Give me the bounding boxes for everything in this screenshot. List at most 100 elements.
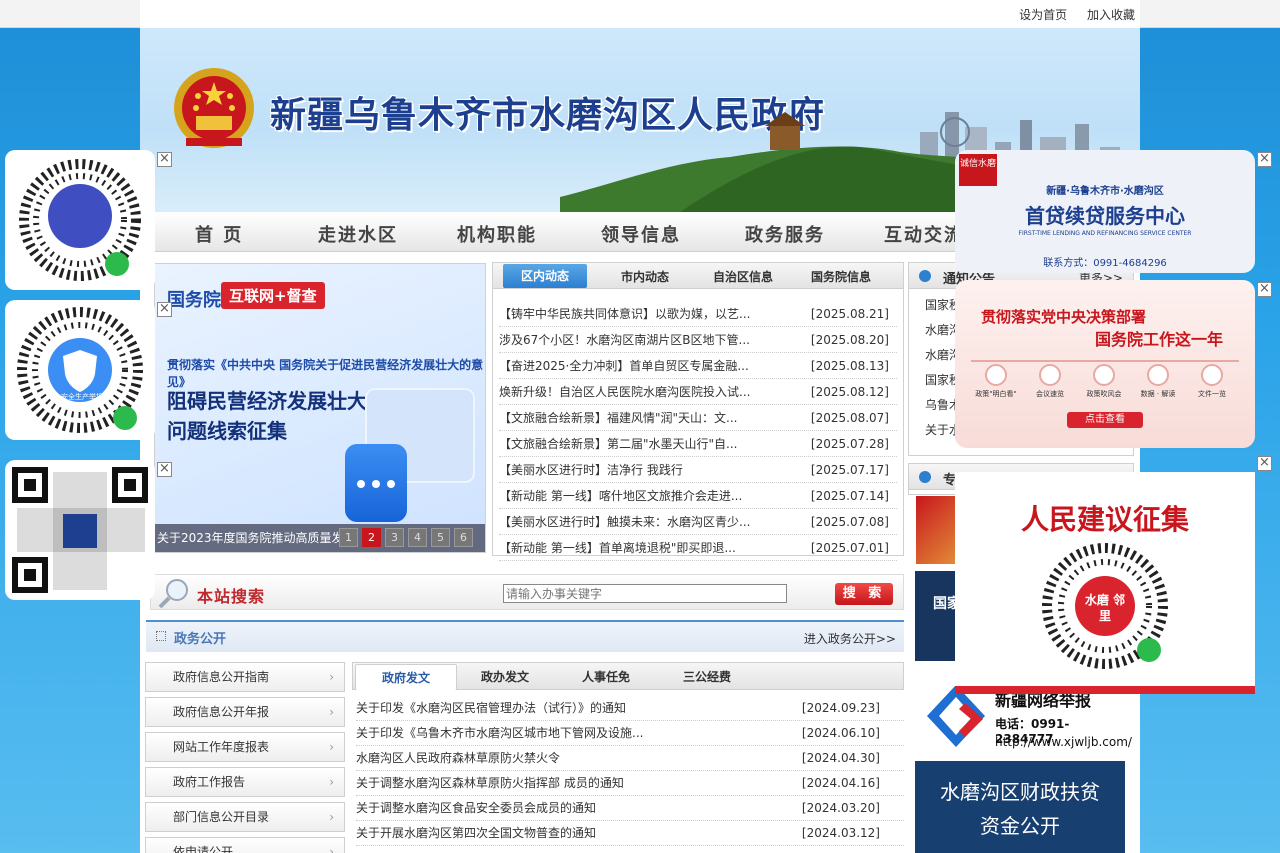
slider-page-4[interactable]: 4 (408, 528, 427, 547)
loan-ad-phone: 联系方式：0991-4684296 (1043, 258, 1167, 269)
news-item[interactable]: 【文旅融合绘新景】福建风情"润"天山：文... [2025.08.07] (499, 405, 897, 431)
tab-three-public-funds[interactable]: 三公经费 (683, 668, 731, 685)
search-input[interactable] (503, 584, 787, 603)
doc-item-title[interactable]: 关于调整水磨沟区食品安全委员会成员的通知 (356, 801, 596, 815)
news-item-title[interactable]: 涉及67个小区！水磨沟区南湖片区B区地下管... (499, 333, 750, 347)
qr-code-1[interactable] (5, 150, 155, 290)
doc-item-title[interactable]: 关于开展水磨沟区第四次全国文物普查的通知 (356, 826, 596, 840)
slider-page-2[interactable]: 2 (362, 528, 381, 547)
news-item-title[interactable]: 【新动能 第一线】首单离境退税"即买即退... (499, 541, 736, 555)
news-item-title[interactable]: 【铸牢中华民族共同体意识】以歌为媒，以艺... (499, 307, 750, 321)
finance-poverty-panel[interactable]: 水磨沟区财政扶贫 资金公开 (915, 761, 1125, 853)
menu-apply-disclosure[interactable]: 依申请公开 (145, 837, 345, 853)
gov-ad-icon-item[interactable]: 文件一览 (1185, 364, 1239, 399)
doc-item-title[interactable]: 关于调整水磨沟区森林草原防火指挥部 成员的通知 (356, 776, 624, 790)
news-item[interactable]: 【文旅融合绘新景】第二届"水墨天山行"自... [2025.07.28] (499, 431, 897, 457)
news-item-date: [2025.08.21] (810, 307, 889, 321)
slider-page-3[interactable]: 3 (385, 528, 404, 547)
doc-item-title[interactable]: 关于印发《水磨沟区民宿管理办法（试行）》的通知 (356, 701, 626, 715)
nav-about[interactable]: 走进水区 (318, 221, 398, 247)
close-qr-2-button[interactable]: × (157, 302, 172, 317)
news-item[interactable]: 【铸牢中华民族共同体意识】以歌为媒，以艺... [2025.08.21] (499, 301, 897, 327)
menu-work-report[interactable]: 政府工作报告 (145, 767, 345, 797)
tab-district-news[interactable]: 区内动态 (503, 264, 588, 288)
news-panel: 区内动态 市内动态 自治区信息 国务院信息 【铸牢中华民族共同体意识】以歌为媒，… (492, 262, 904, 561)
doc-item[interactable]: 关于开展水磨沟区第四次全国文物普查的通知 [2024.03.12] (356, 821, 904, 846)
doc-item-title[interactable]: 水磨沟区人民政府森林草原防火禁火令 (356, 751, 560, 765)
add-favorite-link[interactable]: 加入收藏 (1087, 8, 1135, 22)
news-item[interactable]: 【美丽水区进行时】触摸未来：水磨沟区青少... [2025.07.08] (499, 509, 897, 535)
doc-item[interactable]: 关于调整水磨沟区食品安全委员会成员的通知 [2024.03.20] (356, 796, 904, 821)
news-item-title[interactable]: 【新动能 第一线】喀什地区文旅推介会走进... (499, 489, 742, 503)
news-item[interactable]: 【美丽水区进行时】洁净行 我践行 [2025.07.17] (499, 457, 897, 483)
qr-caption: 安全生产举报 (61, 393, 103, 401)
menu-info-guide[interactable]: 政府信息公开指南 (145, 662, 345, 692)
news-item[interactable]: 【奋进2025·全力冲刺】首单自贸区专属金融... [2025.08.13] (499, 353, 897, 379)
nav-services[interactable]: 政务服务 (745, 221, 825, 247)
news-item-date: [2025.07.28] (810, 437, 889, 451)
qr-code-3[interactable] (5, 460, 155, 600)
loan-service-ad[interactable]: 诚信水磨 新疆·乌鲁木齐市·水磨沟区 首贷续贷服务中心 FIRST-TIME L… (955, 150, 1255, 273)
doc-item-date: [2024.03.12] (801, 826, 880, 840)
gov-ad-icon-item[interactable]: 政策吹风会 (1077, 364, 1131, 399)
gov-affairs-title: 政务公开 (174, 632, 227, 647)
gov-ad-icon-item[interactable]: 政策"明白看" (969, 364, 1023, 399)
gov-ad-item-icon (985, 364, 1007, 386)
tab-state-council-news[interactable]: 国务院信息 (811, 268, 871, 285)
close-qr-3-button[interactable]: × (157, 462, 172, 477)
close-suggestion-ad-button[interactable]: × (1257, 456, 1272, 471)
people-suggestion-ad[interactable]: 人民建议征集 水磨 邻里 (955, 472, 1255, 694)
news-item-title[interactable]: 【美丽水区进行时】洁净行 我践行 (499, 463, 683, 477)
doc-item[interactable]: 关于调整水磨沟区森林草原防火指挥部 成员的通知 [2024.04.16] (356, 771, 904, 796)
search-button[interactable]: 搜 索 (835, 583, 893, 605)
gov-ad-item-icon (1147, 364, 1169, 386)
gov-ad-line1: 贯彻落实党中央决策部署 (981, 308, 1147, 326)
news-item-title[interactable]: 【美丽水区进行时】触摸未来：水磨沟区青少... (499, 515, 750, 529)
nav-interaction[interactable]: 互动交流 (884, 221, 964, 247)
qr-code-2[interactable]: 安全生产举报 (5, 300, 155, 440)
doc-item-title[interactable]: 关于印发《乌鲁木齐市水磨沟区城市地下管网及设施... (356, 726, 643, 740)
tab-region-news[interactable]: 自治区信息 (713, 268, 773, 285)
close-loan-ad-button[interactable]: × (1257, 152, 1272, 167)
menu-site-annual-report[interactable]: 网站工作年度报表 (145, 732, 345, 762)
gov-ad-view-button[interactable]: 点击查看 (1067, 412, 1143, 428)
doc-item[interactable]: 关于印发《水磨沟区民宿管理办法（试行）》的通知 [2024.09.23] (356, 696, 904, 721)
news-item-title[interactable]: 焕新升级！自治区人民医院水磨沟医院投入试... (499, 385, 750, 399)
gov-affairs-more-link[interactable]: 进入政务公开>> (804, 630, 896, 647)
nav-leaders[interactable]: 领导信息 (601, 221, 681, 247)
set-home-link[interactable]: 设为首页 (1019, 8, 1067, 22)
section-icon (156, 631, 166, 641)
news-item[interactable]: 涉及67个小区！水磨沟区南湖片区B区地下管... [2025.08.20] (499, 327, 897, 353)
tab-office-docs[interactable]: 政办发文 (481, 668, 529, 685)
slider-page-5[interactable]: 5 (431, 528, 450, 547)
tab-personnel[interactable]: 人事任免 (582, 668, 630, 685)
close-gov-ad-button[interactable]: × (1257, 282, 1272, 297)
doc-item-date: [2024.04.30] (801, 751, 880, 765)
gov-ad-line2: 国务院工作这一年 (1095, 330, 1224, 349)
news-item[interactable]: 焕新升级！自治区人民医院水磨沟医院投入试... [2025.08.12] (499, 379, 897, 405)
slider-page-1[interactable]: 1 (339, 528, 358, 547)
menu-info-annual-report[interactable]: 政府信息公开年报 (145, 697, 345, 727)
news-tabs: 区内动态 市内动态 自治区信息 国务院信息 (493, 263, 903, 289)
news-item[interactable]: 【新动能 第一线】喀什地区文旅推介会走进... [2025.07.14] (499, 483, 897, 509)
news-item-title[interactable]: 【文旅融合绘新景】第二届"水墨天山行"自... (499, 437, 737, 451)
nav-organization[interactable]: 机构职能 (457, 221, 537, 247)
doc-item[interactable]: 关于印发《乌鲁木齐市水磨沟区城市地下管网及设施... [2024.06.10] (356, 721, 904, 746)
news-item[interactable]: 【新动能 第一线】首单离境退税"即买即退... [2025.07.01] (499, 535, 897, 561)
docs-tabs: 政府发文 政办发文 人事任免 三公经费 (352, 662, 904, 690)
image-slider[interactable]: 国务院 互联网+督查 贯彻落实《中共中央 国务院关于促进民营经济发展壮大的意见》… (154, 263, 486, 553)
doc-item[interactable]: 水磨沟区人民政府森林草原防火禁火令 [2024.04.30] (356, 746, 904, 771)
tab-gov-docs[interactable]: 政府发文 (355, 664, 458, 690)
nav-home[interactable]: 首 页 (195, 221, 243, 247)
gov-ad-icon-item[interactable]: 会议速览 (1023, 364, 1077, 399)
doc-item-date: [2024.04.16] (801, 776, 880, 790)
gov-ad-icon-item[interactable]: 数据 · 解读 (1131, 364, 1185, 399)
slider-page-6[interactable]: 6 (454, 528, 473, 547)
tab-city-news[interactable]: 市内动态 (621, 268, 669, 285)
state-council-year-ad[interactable]: 贯彻落实党中央决策部署 国务院工作这一年 政策"明白看" 会议速览 政策吹风会 数据 … (955, 280, 1255, 448)
news-item-title[interactable]: 【文旅融合绘新景】福建风情"润"天山：文... (499, 411, 737, 425)
close-qr-1-button[interactable]: × (157, 152, 172, 167)
news-item-title[interactable]: 【奋进2025·全力冲刺】首单自贸区专属金融... (499, 359, 749, 373)
menu-dept-catalog[interactable]: 部门信息公开目录 (145, 802, 345, 832)
xjwljb-url[interactable]: http://www.xjwljb.com/ (995, 735, 1132, 749)
